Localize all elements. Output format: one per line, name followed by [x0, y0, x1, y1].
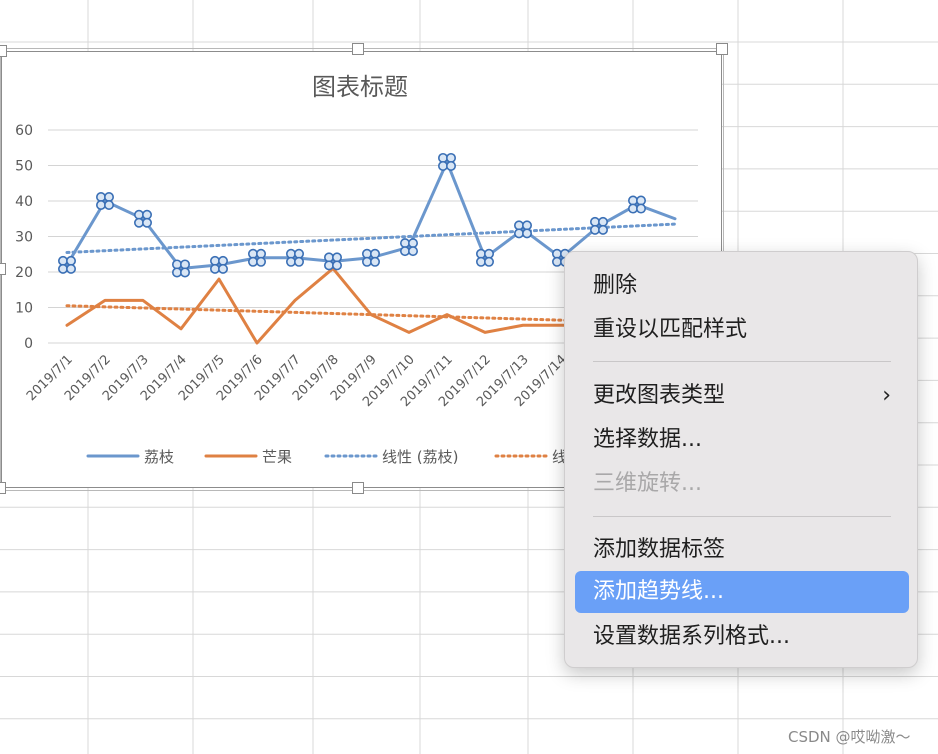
menu-separator [593, 516, 891, 517]
marker-dot [180, 259, 191, 270]
marker-dot [66, 255, 77, 266]
chevron-right-icon: › [882, 383, 891, 408]
marker-dot [293, 248, 304, 259]
marker-dot [597, 216, 608, 227]
context-menu[interactable]: 删除 重设以匹配样式 更改图表类型 › 选择数据... 三维旋转... 添加数据… [564, 251, 918, 668]
marker-dot [589, 216, 600, 227]
x-axis-ticks: 2019/7/12019/7/22019/7/32019/7/42019/7/5… [24, 352, 608, 410]
menu-item-label: 删除 [593, 273, 638, 298]
marker-dot [323, 260, 334, 271]
menu-item-select-data[interactable]: 选择数据... [575, 419, 909, 461]
menu-item-label: 添加数据标签 [593, 537, 726, 562]
marker-dot [369, 256, 380, 267]
marker-dot [96, 192, 107, 203]
marker-dot [521, 228, 532, 239]
menu-item-label: 设置数据系列格式... [593, 624, 790, 649]
y-axis-ticks: 0 10 20 30 40 50 60 [15, 123, 33, 352]
marker-dot [57, 255, 68, 266]
marker-dot [293, 256, 304, 267]
marker-dot [589, 224, 600, 235]
chart-legend[interactable]: 荔枝 芒果 线性 (荔枝) 线 [86, 448, 567, 466]
marker-dot [551, 248, 562, 259]
marker-dot [255, 256, 266, 267]
menu-item-label: 重设以匹配样式 [593, 317, 748, 342]
marker-dot [172, 259, 183, 270]
marker-dot [597, 224, 608, 235]
marker-dot [331, 260, 342, 271]
y-tick-label: 60 [15, 123, 33, 139]
menu-item-label: 选择数据... [593, 427, 702, 452]
marker-dot [218, 255, 229, 266]
marker-dot [399, 238, 410, 249]
y-tick-label: 50 [15, 159, 33, 175]
marker-dot [134, 209, 145, 220]
marker-dot [399, 246, 410, 257]
marker-dot [369, 248, 380, 259]
y-tick-label: 30 [15, 230, 33, 246]
menu-item-label: 三维旋转... [593, 471, 702, 496]
marker-dot [142, 217, 153, 228]
menu-item-label: 更改图表类型 [593, 383, 726, 408]
menu-separator [593, 361, 891, 362]
marker-dot [248, 256, 259, 267]
marker-dot [218, 263, 229, 274]
menu-item-label: 添加趋势线... [593, 579, 724, 604]
marker-dot [437, 160, 448, 171]
menu-item-3d-rotation: 三维旋转... [575, 463, 909, 505]
marker-dot [210, 255, 221, 266]
menu-item-reset-style[interactable]: 重设以匹配样式 [575, 309, 909, 351]
marker-dot [483, 248, 494, 259]
marker-dot [248, 248, 259, 259]
menu-item-format-data-series[interactable]: 设置数据系列格式... [575, 616, 909, 658]
menu-item-delete[interactable]: 删除 [575, 265, 909, 307]
marker-dot [96, 200, 107, 211]
legend-label: 荔枝 [144, 448, 174, 466]
marker-dot [66, 263, 77, 274]
y-tick-label: 40 [15, 194, 33, 210]
marker-dot [134, 217, 145, 228]
marker-dot [407, 246, 418, 257]
marker-dot [285, 256, 296, 267]
marker-dot [285, 248, 296, 259]
marker-dot [142, 209, 153, 220]
marker-dot [331, 252, 342, 263]
marker-dot [627, 195, 638, 206]
marker-dot [407, 238, 418, 249]
menu-item-change-chart-type[interactable]: 更改图表类型 › [575, 375, 909, 417]
menu-item-add-trendline[interactable]: 添加趋势线... [575, 571, 909, 613]
marker-dot [180, 267, 191, 278]
marker-dot [475, 248, 486, 259]
marker-dot [445, 160, 456, 171]
y-tick-label: 10 [15, 301, 33, 317]
menu-item-add-data-labels[interactable]: 添加数据标签 [575, 529, 909, 571]
marker-dot [627, 203, 638, 214]
marker-dot [172, 267, 183, 278]
marker-dot [437, 152, 448, 163]
marker-dot [635, 195, 646, 206]
marker-dot [361, 248, 372, 259]
marker-dot [521, 220, 532, 231]
marker-dot [513, 220, 524, 231]
chart-title[interactable]: 图表标题 [312, 73, 408, 101]
legend-label: 芒果 [262, 448, 292, 466]
marker-dot [104, 192, 115, 203]
marker-dot [635, 203, 646, 214]
marker-dot [361, 256, 372, 267]
marker-dot [323, 252, 334, 263]
watermark: CSDN @哎呦激～ [788, 728, 911, 746]
legend-label: 线性 (荔枝) [382, 448, 458, 466]
marker-dot [255, 248, 266, 259]
marker-dot [513, 228, 524, 239]
marker-dot [475, 256, 486, 267]
y-tick-label: 0 [24, 336, 33, 352]
marker-dot [445, 152, 456, 163]
marker-dot [210, 263, 221, 274]
marker-dot [57, 263, 68, 274]
marker-dot [104, 200, 115, 211]
y-tick-label: 20 [15, 265, 33, 281]
marker-dot [551, 256, 562, 267]
marker-dot [483, 256, 494, 267]
